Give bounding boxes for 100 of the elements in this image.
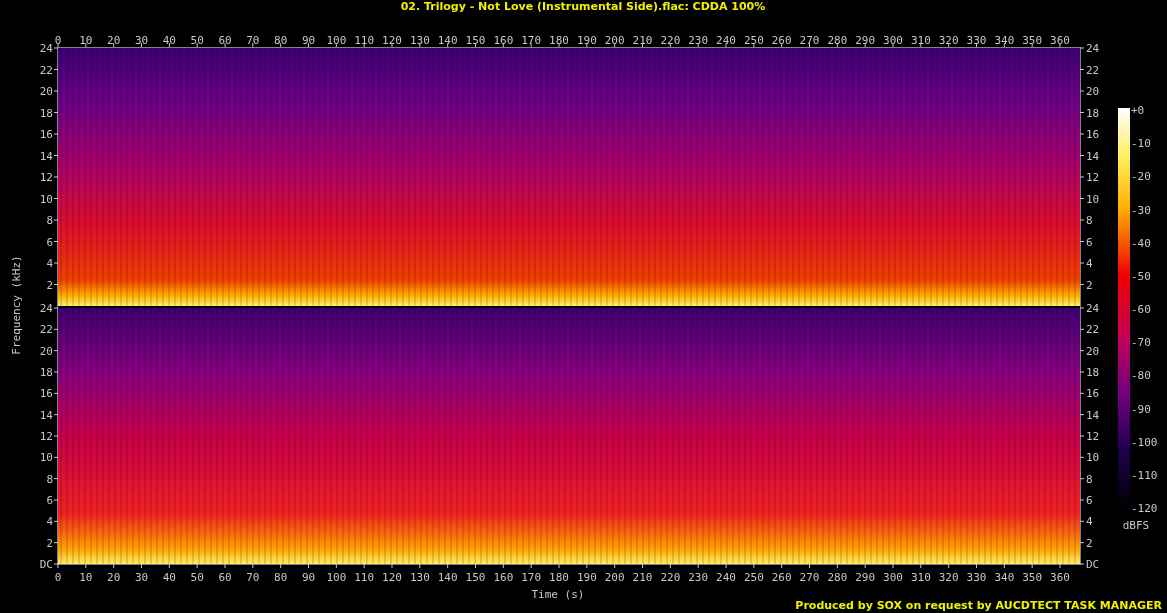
tick-label: 10 xyxy=(39,451,53,465)
tick-label: 240 xyxy=(716,571,736,584)
tick-label: 4 xyxy=(1086,257,1093,270)
scale-label: -20 xyxy=(1131,170,1151,184)
scale-label: -70 xyxy=(1131,336,1151,350)
tick-label: 290 xyxy=(855,34,876,47)
tick-label: 310 xyxy=(910,34,931,47)
tick-label: 18 xyxy=(39,106,53,120)
tick-label: 350 xyxy=(1022,571,1043,584)
tick-label: 24 xyxy=(1086,42,1100,55)
scale-label: +0 xyxy=(1131,104,1145,117)
tick-label: 14 xyxy=(1086,408,1100,422)
tick-label: 190 xyxy=(576,34,597,47)
tick-label: 30 xyxy=(134,571,149,584)
tick-label: 150 xyxy=(465,34,486,47)
tick-label: 90 xyxy=(301,571,316,584)
tick-label: 300 xyxy=(883,34,903,47)
tick-label: 340 xyxy=(994,34,1015,47)
tick-label: 230 xyxy=(688,571,709,584)
tick-label: 6 xyxy=(46,235,53,249)
tick-label: 8 xyxy=(46,472,53,486)
tick-label: 90 xyxy=(301,34,316,47)
tick-label: 22 xyxy=(1086,63,1100,77)
tick-label: 120 xyxy=(382,34,402,47)
tick-label: 10 xyxy=(1086,451,1100,465)
tick-label: 16 xyxy=(39,387,53,401)
tick-label: 100 xyxy=(326,34,347,47)
tick-label: 210 xyxy=(632,571,653,584)
chart-title: 02. Trilogy - Not Love (Instrumental Side).flac: CDDA 100% xyxy=(400,0,766,13)
tick-label: 20 xyxy=(1086,85,1100,98)
tick-label: 2 xyxy=(1086,278,1093,292)
tick-label: 0 xyxy=(54,34,62,47)
tick-label: 22 xyxy=(39,63,53,77)
tick-label: 160 xyxy=(493,571,514,584)
tick-label: 14 xyxy=(1086,149,1100,163)
tick-label: 230 xyxy=(688,34,709,47)
unit-label: dBFS xyxy=(1122,519,1150,532)
tick-label: 220 xyxy=(660,34,681,47)
tick-label: 6 xyxy=(1086,494,1093,507)
tick-label: 220 xyxy=(660,571,681,584)
tick-label: 18 xyxy=(39,366,53,379)
scale-label: -100 xyxy=(1131,435,1158,449)
tick-label: 12 xyxy=(39,430,53,443)
tick-label: 8 xyxy=(46,214,53,227)
scale-label: -90 xyxy=(1131,402,1151,416)
tick-label: 2 xyxy=(1086,536,1093,550)
tick-label: 10 xyxy=(79,571,93,584)
tick-label: 100 xyxy=(326,571,347,584)
tick-label: 330 xyxy=(966,571,987,584)
tick-label: 350 xyxy=(1022,34,1043,47)
tick-label: 4 xyxy=(1086,515,1093,529)
tick-label: 16 xyxy=(1086,387,1100,401)
tick-label: 300 xyxy=(883,571,903,584)
tick-label: 60 xyxy=(218,34,232,47)
tick-label: 18 xyxy=(1086,106,1100,120)
tick-label: 80 xyxy=(274,571,288,584)
tick-label: 110 xyxy=(354,34,375,47)
tick-label: 310 xyxy=(910,571,931,584)
tick-label: 10 xyxy=(1086,192,1100,206)
tick-label: 12 xyxy=(1086,171,1100,184)
tick-label: 20 xyxy=(1086,344,1100,358)
scale-label: -120 xyxy=(1131,502,1158,515)
axis-title: Frequency (kHz) xyxy=(10,255,23,355)
scale-label: -30 xyxy=(1131,203,1151,217)
tick-label: 180 xyxy=(549,34,569,47)
tick-label: 24 xyxy=(39,42,53,55)
tick-label: 60 xyxy=(218,571,232,584)
tick-label: 160 xyxy=(493,34,514,47)
tick-label: 20 xyxy=(39,85,53,98)
tick-label: 14 xyxy=(39,408,53,422)
tick-label: 20 xyxy=(39,344,53,358)
tick-label: 280 xyxy=(827,34,848,47)
tick-label: 40 xyxy=(162,34,176,47)
scale-label: -10 xyxy=(1131,137,1151,151)
tick-label: 4 xyxy=(46,515,53,529)
scale-label: -80 xyxy=(1131,369,1151,383)
tick-label: 0 xyxy=(54,571,62,584)
tick-label: 200 xyxy=(604,34,625,47)
tick-label: 200 xyxy=(604,571,625,584)
tick-label: 50 xyxy=(190,34,204,47)
scale-label: -110 xyxy=(1131,468,1158,482)
tick-label: 270 xyxy=(799,571,820,584)
tick-label: 260 xyxy=(771,571,792,584)
tick-label: 240 xyxy=(716,34,736,47)
tick-label: 250 xyxy=(743,571,764,584)
tick-label: 2 xyxy=(46,536,53,550)
tick-label: 140 xyxy=(437,34,458,47)
scale-label: -40 xyxy=(1131,236,1151,250)
tick-label: 80 xyxy=(274,34,288,47)
tick-label: 320 xyxy=(938,34,959,47)
tick-label: 16 xyxy=(1086,128,1100,141)
tick-label: 260 xyxy=(771,34,792,47)
tick-label: 360 xyxy=(1050,34,1070,47)
tick-label: 6 xyxy=(46,494,53,507)
tick-label: 40 xyxy=(162,571,176,584)
tick-label: 22 xyxy=(39,323,53,337)
tick-label: 12 xyxy=(39,171,53,184)
tick-label: 8 xyxy=(1086,214,1093,227)
scale-label: -50 xyxy=(1131,269,1151,283)
tick-label: 290 xyxy=(855,571,876,584)
